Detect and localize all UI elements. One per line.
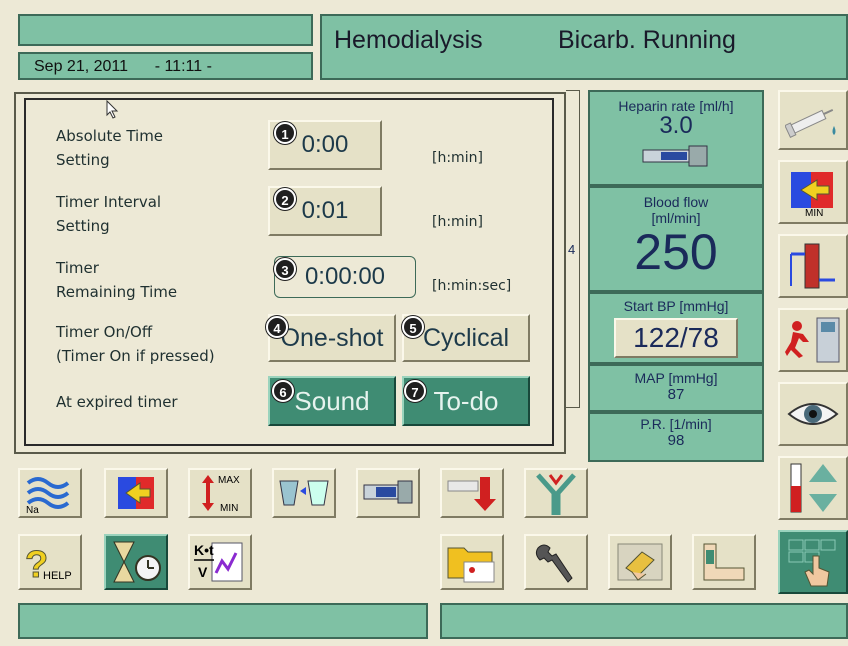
start-bp-button[interactable]: 122/78 — [614, 318, 738, 358]
filter-exchange-icon — [279, 480, 329, 506]
flow-arrow-icon — [118, 477, 154, 509]
blood-flow-panel: Blood flow [ml/min] 250 — [588, 186, 764, 292]
bolus-button[interactable] — [440, 468, 504, 518]
keypad-touch-button[interactable] — [778, 530, 848, 594]
expired-timer-label: At expired timer — [56, 393, 178, 411]
sodium-waves-icon: Na — [26, 477, 70, 515]
wrench-icon — [535, 544, 573, 583]
emergency-exit-button[interactable] — [778, 308, 848, 372]
badge-4: 4 — [266, 316, 288, 338]
absolute-time-label: Absolute Time Setting — [56, 127, 164, 169]
level-adjust-button[interactable] — [778, 456, 848, 520]
remaining-time-unit: [h:min:sec] — [432, 278, 512, 294]
absolute-time-unit: [h:min] — [432, 150, 483, 166]
syringe-drop-icon — [785, 108, 836, 138]
help-button[interactable]: ? HELP — [18, 534, 82, 590]
timer-interval-label: Timer Interval Setting — [56, 193, 162, 235]
timer-onoff-label: Timer On/Off (Timer On if pressed) — [56, 323, 215, 365]
bolus-arrow-icon — [447, 477, 496, 511]
help-text: HELP — [43, 570, 72, 582]
min-flow-icon: MIN — [791, 172, 833, 218]
ktv-clipboard-icon: K•t V — [194, 542, 243, 582]
badge-3: 3 — [274, 258, 296, 280]
pr-label: P.R. [1/min] — [640, 416, 712, 432]
heparin-value: 3.0 — [659, 112, 693, 139]
view-eye-button[interactable] — [778, 382, 848, 446]
filter-exchange-button[interactable] — [272, 468, 336, 518]
y-connector-icon — [536, 473, 576, 515]
dialyzer-button[interactable] — [778, 234, 848, 298]
cleaning-button[interactable] — [608, 534, 672, 590]
syringe-pump-icon — [642, 145, 708, 167]
mouse-cursor-icon — [106, 100, 119, 119]
pr-panel: P.R. [1/min] 98 — [588, 412, 764, 462]
syringe-pump-icon — [363, 480, 413, 504]
exit-running-person-icon — [785, 317, 840, 363]
patient-data-folder-button[interactable] — [440, 534, 504, 590]
badge-5: 5 — [402, 316, 424, 338]
dialyzer-icon — [790, 243, 835, 289]
v-text: V — [198, 564, 208, 580]
footer-status-left — [18, 603, 428, 639]
badge-1: 1 — [274, 122, 296, 144]
level-updown-icon — [790, 463, 837, 513]
map-value: 87 — [667, 386, 685, 403]
max-text: MAX — [218, 475, 240, 486]
eye-icon — [787, 403, 839, 425]
top-left-status-box — [18, 14, 313, 46]
header-status-panel: Hemodialysis Bicarb. Running — [320, 14, 848, 80]
cleaning-hand-icon — [617, 543, 663, 581]
min-text: MIN — [220, 503, 238, 514]
blood-flow-label: Blood flow — [643, 194, 709, 210]
min-text: MIN — [805, 208, 823, 218]
mode-title: Hemodialysis — [334, 26, 483, 54]
uf-profile-button[interactable] — [104, 468, 168, 518]
footer-status-right — [440, 603, 848, 639]
arterial-line-button[interactable] — [524, 468, 588, 518]
hand-pointer-icon — [788, 539, 836, 587]
hourglass-alarm-clock-icon — [113, 541, 161, 583]
map-label: MAP [mmHg] — [634, 370, 718, 386]
folder-card-icon — [447, 547, 495, 583]
background-partial-text: 4 — [568, 242, 576, 257]
status-title: Bicarb. Running — [558, 26, 736, 54]
badge-7: 7 — [404, 380, 426, 402]
timer-button[interactable] — [104, 534, 168, 590]
max-min-limits-button[interactable]: MAX MIN — [188, 468, 252, 518]
remaining-time-display: 0:00:00 — [274, 256, 416, 298]
timer-interval-unit: [h:min] — [432, 214, 483, 230]
date-time-display: Sep 21, 2011 - 11:11 - — [18, 52, 313, 80]
arm-cuff-icon — [703, 543, 745, 581]
uf-min-button[interactable]: MIN — [778, 160, 848, 224]
badge-6: 6 — [272, 380, 294, 402]
sodium-profile-button[interactable]: Na — [18, 468, 82, 518]
kt-text: K•t — [194, 542, 214, 558]
service-tools-button[interactable] — [524, 534, 588, 590]
help-question-icon: ? HELP — [25, 544, 72, 587]
time-text: - 11:11 - — [154, 58, 212, 75]
ktv-button[interactable]: K•t V — [188, 534, 252, 590]
badge-2: 2 — [274, 188, 296, 210]
heparin-syringe-button[interactable] — [778, 90, 848, 150]
map-panel: MAP [mmHg] 87 — [588, 364, 764, 412]
oneshot-button[interactable]: One-shot — [268, 314, 396, 362]
start-bp-label: Start BP [mmHg] — [623, 298, 729, 314]
remaining-time-label: Timer Remaining Time — [56, 259, 178, 301]
pr-value: 98 — [667, 432, 685, 449]
max-min-arrow-icon: MAX MIN — [202, 475, 240, 514]
blood-flow-value: 250 — [634, 224, 718, 280]
na-text: Na — [26, 505, 39, 515]
patient-arm-button[interactable] — [692, 534, 756, 590]
date-text: Sep 21, 2011 — [34, 58, 129, 75]
syringe-pump-button[interactable] — [356, 468, 420, 518]
heparin-panel: Heparin rate [ml/h] 3.0 — [588, 90, 764, 186]
